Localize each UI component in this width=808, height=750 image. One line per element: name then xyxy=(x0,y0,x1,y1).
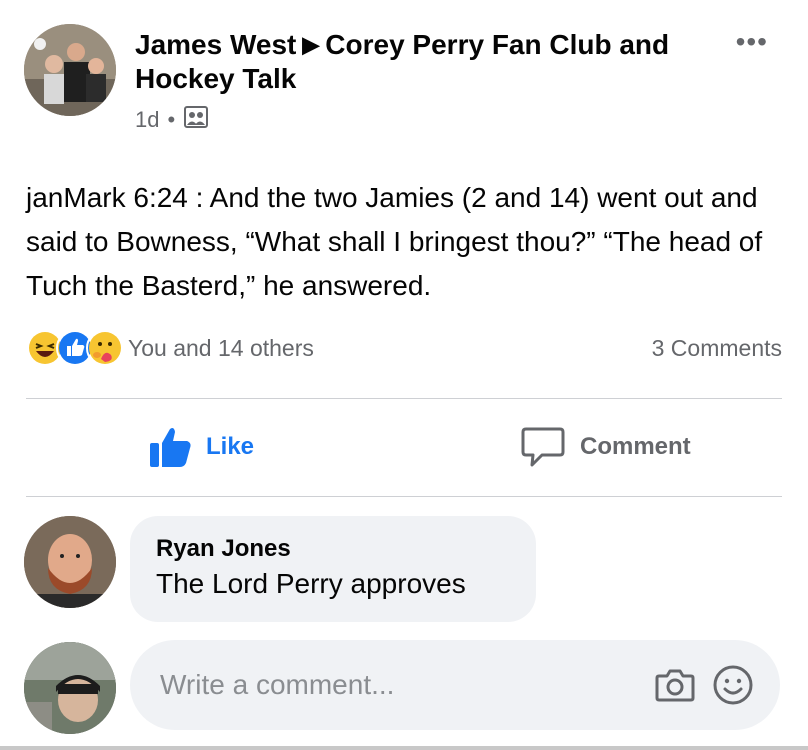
like-label: Like xyxy=(206,433,255,460)
post-header: James West ▶ Corey Perry Fan Club and Hock… xyxy=(135,28,715,136)
post-title: James West ▶ Corey Perry Fan Club and Hock… xyxy=(135,28,715,96)
post-meta: 1d • xyxy=(135,104,715,136)
comment-bubble-icon xyxy=(521,427,565,467)
commenter-avatar[interactable] xyxy=(24,516,116,608)
reactions-row: You and 14 others 3 Comments xyxy=(26,328,782,368)
post-body: janMark 6:24 : And the two Jamies (2 and… xyxy=(26,182,763,301)
comment-text: The Lord Perry approves xyxy=(156,568,466,599)
group-audience-icon xyxy=(183,104,209,136)
reactions-count: You and 14 others xyxy=(128,334,314,361)
comment-button[interactable]: Comment xyxy=(520,418,691,476)
comment-input[interactable] xyxy=(158,668,622,702)
reaction-icons xyxy=(26,329,124,367)
comments-count-link[interactable]: 3 Comments xyxy=(652,335,782,362)
comment-composer[interactable] xyxy=(130,640,780,730)
current-user-avatar[interactable] xyxy=(24,642,116,734)
more-options-button[interactable]: ••• xyxy=(736,26,768,58)
arrow-right-icon: ▶ xyxy=(302,32,320,57)
divider-top xyxy=(26,398,782,399)
divider-bottom xyxy=(26,496,782,497)
care-react-icon xyxy=(86,329,124,367)
reactions-summary[interactable]: You and 14 others xyxy=(26,329,314,367)
meta-separator: • xyxy=(167,107,176,132)
comment-label: Comment xyxy=(580,433,691,460)
like-button[interactable]: Like xyxy=(148,418,254,476)
camera-icon[interactable] xyxy=(654,664,696,706)
post-author-avatar[interactable] xyxy=(24,24,116,116)
bottom-border xyxy=(0,746,808,750)
post-timestamp[interactable]: 1d xyxy=(135,107,159,133)
thumbs-up-icon xyxy=(150,428,191,467)
composer-icons xyxy=(654,664,754,706)
author-name-link[interactable]: James West xyxy=(135,29,296,60)
comment-bubble: Ryan Jones The Lord Perry approves xyxy=(130,516,536,622)
comment-author[interactable]: Ryan Jones xyxy=(156,534,510,564)
emoji-icon[interactable] xyxy=(712,664,754,706)
